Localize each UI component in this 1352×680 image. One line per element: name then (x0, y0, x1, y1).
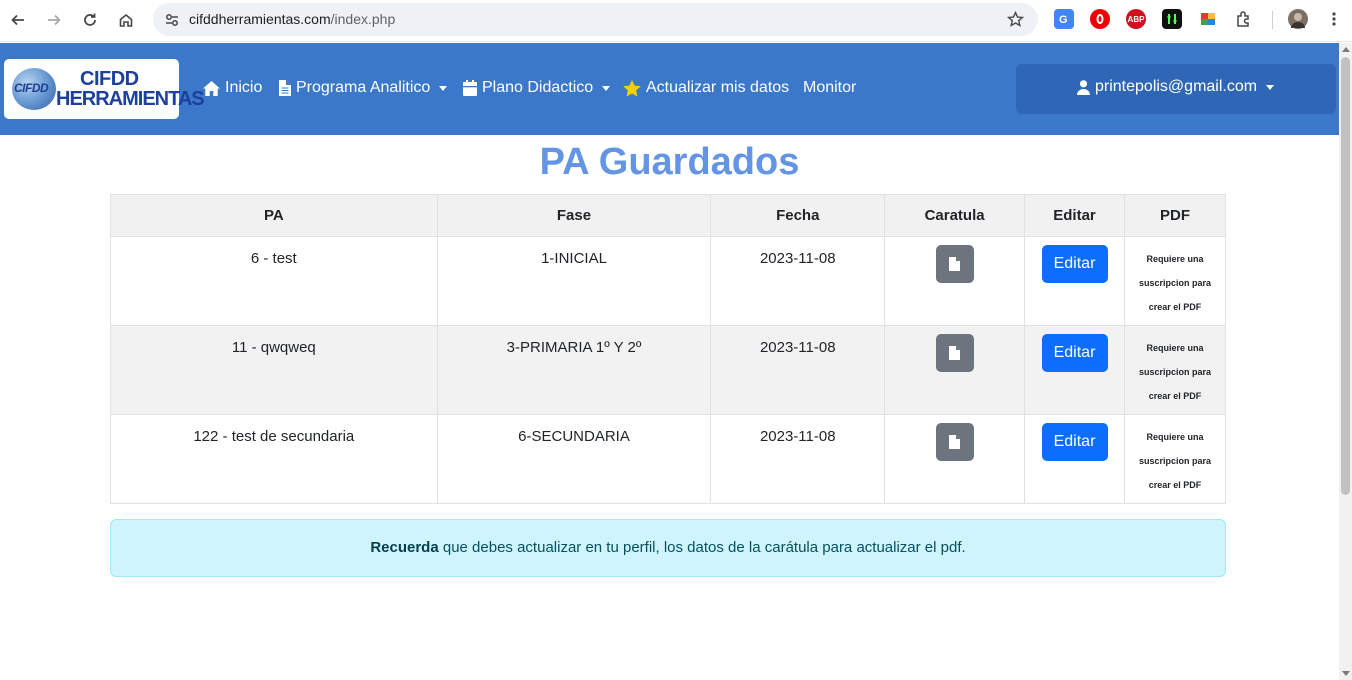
browser-toolbar: cifddherramientas.com/index.php G ABP (0, 0, 1352, 42)
cell-pa: 122 - test de secundaria (110, 414, 438, 504)
table-header-row: PA Fase Fecha Caratula Editar PDF (110, 194, 1227, 237)
profile-avatar[interactable] (1288, 9, 1308, 29)
cell-fase: 6-SECUNDARIA (436, 414, 712, 504)
chevron-down-icon (602, 85, 611, 91)
cell-pa: 11 - qwqweq (110, 325, 438, 415)
scroll-up-icon[interactable] (1342, 47, 1350, 52)
cell-pa: 6 - test (110, 236, 438, 326)
file-icon (279, 80, 291, 96)
back-icon[interactable] (6, 8, 30, 32)
translate-extension-icon[interactable]: G (1054, 9, 1074, 29)
pa-table: PA Fase Fecha Caratula Editar PDF 6 - te… (110, 194, 1227, 504)
caratula-button[interactable] (935, 245, 974, 283)
site-navbar: CIFDD CIFDD HERRAMIENTAS Inicio Programa… (0, 43, 1339, 135)
cell-caratula (884, 325, 1026, 415)
bookmark-star-icon[interactable] (1007, 11, 1024, 28)
toolbar-divider (1272, 11, 1273, 29)
cell-editar: Editar (1024, 414, 1125, 504)
cell-fecha: 2023-11-08 (710, 325, 886, 415)
nav-programa-analitico[interactable]: Programa Analitico (279, 79, 448, 97)
site-settings-icon[interactable] (164, 12, 180, 28)
nav-inicio[interactable]: Inicio (203, 79, 262, 97)
scrollbar-thumb[interactable] (1341, 57, 1350, 495)
pdf-subscription-note: Requiere una suscripcion para crear el P… (1138, 254, 1211, 312)
nav-inicio-label: Inicio (225, 79, 263, 96)
cell-fecha: 2023-11-08 (710, 414, 886, 504)
cell-editar: Editar (1024, 325, 1125, 415)
adblock-plus-icon[interactable]: ABP (1126, 9, 1146, 29)
globe-label: CIFDD (14, 81, 49, 95)
table-row: 122 - test de secundaria 6-SECUNDARIA 20… (110, 414, 1227, 504)
brand-line2: HERRAMIENTAS (56, 88, 205, 110)
cell-pdf: Requiere una suscripcion para crear el P… (1123, 325, 1227, 415)
star-icon (623, 79, 641, 96)
brand-logo[interactable]: CIFDD CIFDD HERRAMIENTAS (4, 59, 205, 119)
url-path: /index.php (330, 11, 396, 27)
caratula-button[interactable] (935, 334, 974, 372)
page-title: PA Guardados (539, 141, 800, 183)
cell-pdf: Requiere una suscripcion para crear el P… (1123, 236, 1227, 326)
pdf-subscription-note: Requiere una suscripcion para crear el P… (1138, 343, 1211, 401)
caratula-button[interactable] (935, 423, 974, 461)
cell-fase: 1-INICIAL (436, 236, 712, 326)
info-alert: Recuerda que debes actualizar en tu perf… (110, 519, 1226, 577)
forward-icon[interactable] (42, 8, 66, 32)
alert-text: que debes actualizar en tu perfil, los d… (438, 539, 966, 556)
cell-pdf: Requiere una suscripcion para crear el P… (1123, 414, 1227, 504)
table-row: 6 - test 1-INICIAL 2023-11-08 Editar Req… (110, 236, 1227, 326)
table-row: 11 - qwqweq 3-PRIMARIA 1º Y 2º 2023-11-0… (110, 325, 1227, 415)
home-icon[interactable] (114, 8, 138, 32)
pdf-subscription-note: Requiere una suscripcion para crear el P… (1138, 432, 1211, 490)
cell-fase: 3-PRIMARIA 1º Y 2º (436, 325, 712, 415)
column-header-editar: Editar (1024, 194, 1125, 237)
nav-actualizar-label: Actualizar mis datos (646, 79, 790, 96)
nav-plano-label: Plano Didactico (482, 79, 594, 96)
column-header-fecha: Fecha (710, 194, 886, 237)
cell-caratula (884, 236, 1026, 326)
user-email: printepolis@gmail.com (1095, 78, 1258, 95)
reload-icon[interactable] (78, 8, 102, 32)
cell-editar: Editar (1024, 236, 1125, 326)
nav-actualizar-datos[interactable]: Actualizar mis datos (623, 79, 789, 97)
extensions-puzzle-icon[interactable] (1234, 9, 1254, 29)
user-dropdown[interactable]: printepolis@gmail.com (1016, 64, 1336, 114)
column-header-pdf: PDF (1123, 194, 1227, 237)
chevron-down-icon (1266, 84, 1275, 90)
svg-text:G: G (1059, 14, 1068, 26)
nav-plano-didactico[interactable]: Plano Didactico (463, 79, 611, 97)
calendar-icon (463, 80, 477, 96)
opera-extension-icon[interactable] (1090, 9, 1110, 29)
edit-button[interactable]: Editar (1041, 334, 1108, 372)
user-icon (1077, 79, 1090, 95)
page-scrollbar[interactable] (1339, 43, 1352, 680)
browser-menu-icon[interactable] (1324, 9, 1344, 29)
edit-button[interactable]: Editar (1041, 245, 1108, 283)
column-header-caratula: Caratula (884, 194, 1026, 237)
equalizer-extension-icon[interactable] (1162, 9, 1182, 29)
column-header-pa: PA (110, 194, 438, 237)
colorful-extension-icon[interactable] (1198, 9, 1218, 29)
url-text[interactable]: cifddherramientas.com/index.php (189, 11, 395, 27)
nav-programa-label: Programa Analitico (296, 79, 431, 96)
nav-monitor-label: Monitor (803, 79, 857, 96)
adblock-label: ABP (1127, 14, 1145, 24)
document-icon (949, 346, 961, 360)
document-icon (949, 435, 961, 449)
url-host: cifddherramientas.com (189, 11, 331, 27)
chevron-down-icon (439, 85, 448, 91)
edit-button[interactable]: Editar (1041, 423, 1108, 461)
scroll-down-icon[interactable] (1342, 671, 1350, 676)
alert-strong-text: Recuerda (370, 539, 439, 556)
cell-fecha: 2023-11-08 (710, 236, 886, 326)
home-icon (203, 80, 220, 96)
document-icon (949, 257, 961, 271)
cell-caratula (884, 414, 1026, 504)
column-header-fase: Fase (436, 194, 712, 237)
nav-monitor[interactable]: Monitor (803, 79, 856, 97)
address-bar[interactable]: cifddherramientas.com/index.php (153, 3, 1038, 36)
